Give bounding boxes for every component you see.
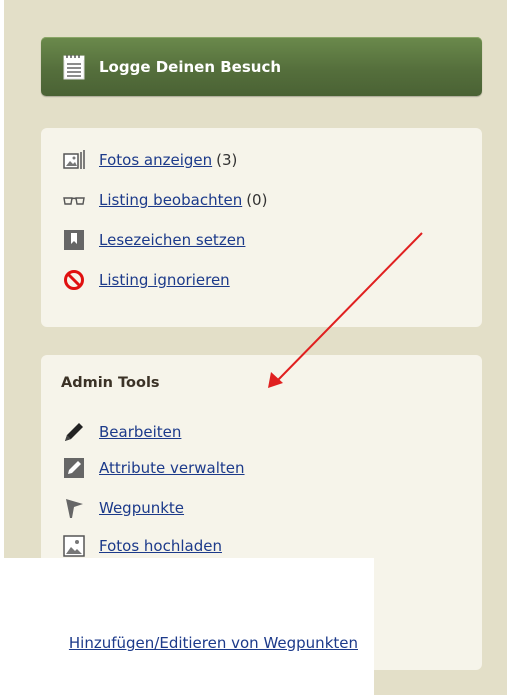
photo-upload-icon — [63, 535, 85, 557]
admin-row-upload: Fotos hochladen — [63, 532, 222, 560]
view-photos-link[interactable]: Fotos anzeigen — [99, 151, 212, 169]
log-visit-label: Logge Deinen Besuch — [99, 57, 282, 76]
pencil-box-icon — [64, 458, 84, 478]
admin-row-edit: Bearbeiten — [63, 418, 181, 446]
listing-actions-card: Fotos anzeigen (3) Listing beobachten (0… — [41, 128, 482, 327]
waypoints-link[interactable]: Wegpunkte — [99, 499, 184, 517]
bookmark-icon — [64, 230, 84, 250]
glasses-icon — [63, 197, 85, 205]
pencil-icon — [65, 423, 83, 441]
admin-row-attributes: Attribute verwalten — [63, 454, 245, 482]
photos-icon — [63, 150, 85, 169]
upload-photos-link[interactable]: Fotos hochladen — [99, 537, 222, 555]
action-row-photos: Fotos anzeigen (3) — [63, 146, 237, 174]
watch-listing-link[interactable]: Listing beobachten — [99, 191, 242, 209]
flag-icon — [66, 499, 83, 518]
bookmark-link[interactable]: Lesezeichen setzen — [99, 231, 245, 249]
edit-link[interactable]: Bearbeiten — [99, 423, 181, 441]
notepad-icon — [63, 54, 85, 79]
action-row-ignore: Listing ignorieren — [63, 266, 230, 294]
admin-row-waypoints: Wegpunkte — [63, 494, 184, 522]
photo-count: (3) — [216, 151, 238, 169]
log-visit-button[interactable]: Logge Deinen Besuch — [41, 37, 482, 96]
action-row-watch: Listing beobachten (0) — [63, 186, 267, 214]
forbidden-icon — [64, 270, 84, 290]
admin-tools-title: Admin Tools — [61, 375, 160, 391]
tooltip-popup: Hinzufügen/Editieren von Wegpunkten — [0, 558, 374, 695]
action-row-bookmark: Lesezeichen setzen — [63, 226, 245, 254]
edit-waypoints-link[interactable]: Hinzufügen/Editieren von Wegpunkten — [69, 634, 358, 652]
manage-attributes-link[interactable]: Attribute verwalten — [99, 459, 245, 477]
watch-count: (0) — [246, 191, 268, 209]
ignore-listing-link[interactable]: Listing ignorieren — [99, 271, 230, 289]
